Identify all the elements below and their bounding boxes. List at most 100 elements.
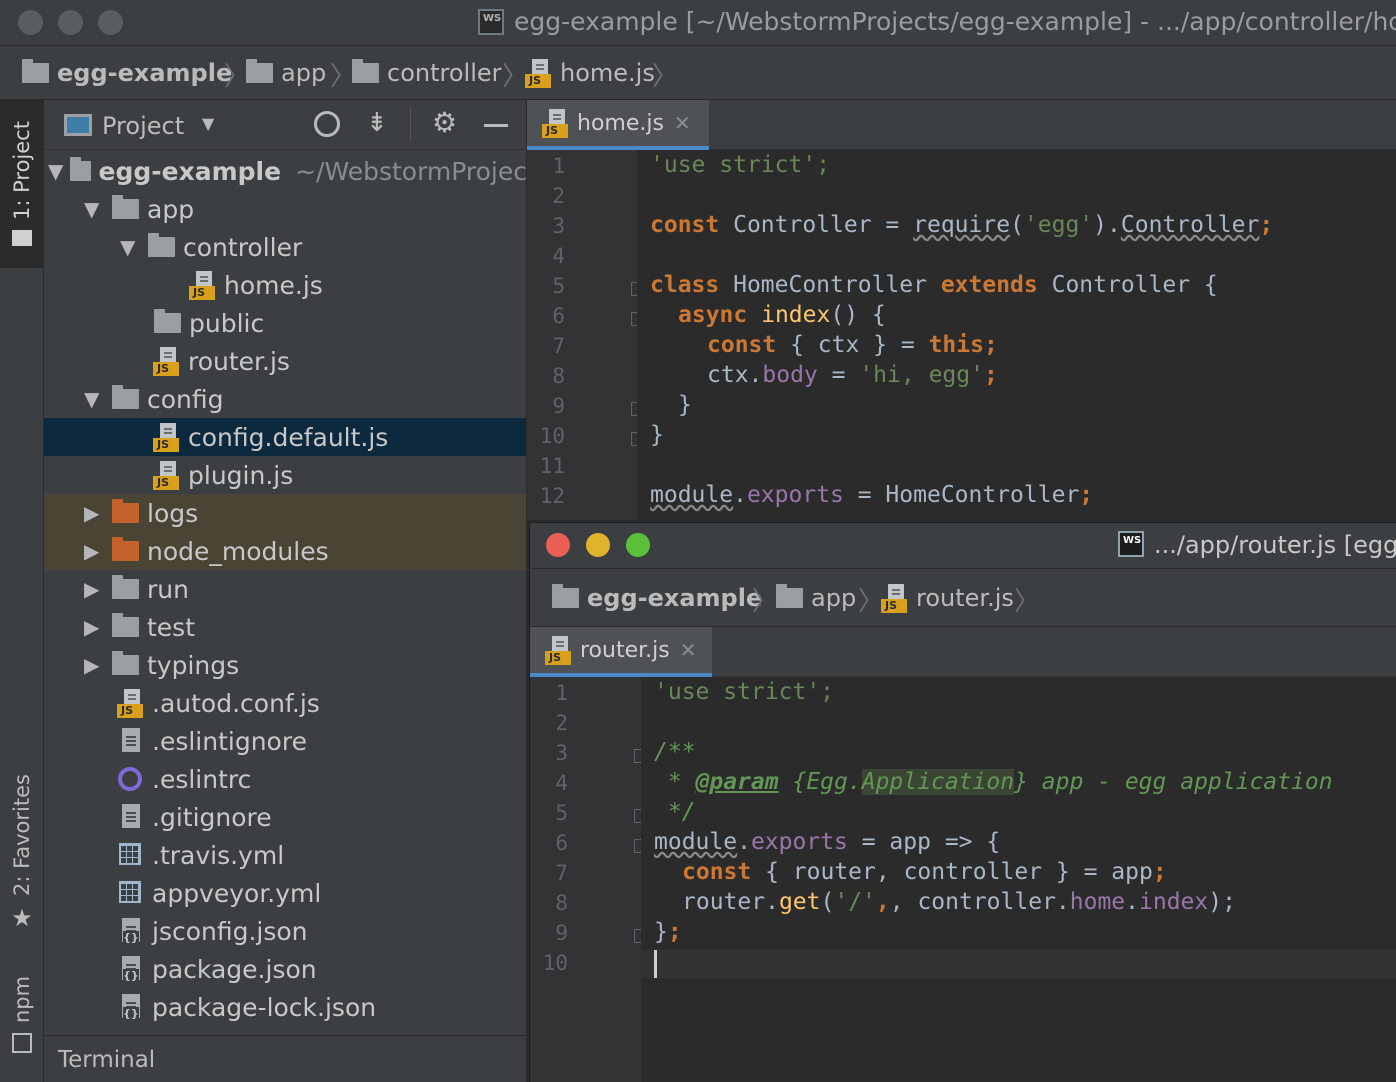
tree-label: router.js [188, 346, 290, 376]
expand-arrow-icon[interactable]: ▼ [84, 197, 112, 221]
collapse-arrow-icon[interactable]: ▶ [84, 539, 112, 563]
zoom-window-button[interactable] [98, 10, 123, 35]
json-file-icon: {} [116, 916, 144, 946]
tree-node-home-js[interactable]: JS home.js [44, 266, 526, 304]
close-tab-icon[interactable]: ✕ [680, 638, 697, 662]
excluded-folder-icon [112, 537, 139, 561]
breadcrumb-egg-example[interactable]: egg-example [22, 58, 232, 88]
tree-label: public [189, 308, 265, 338]
editor-tab-bar: JS home.js ✕ [527, 100, 1396, 150]
tree-node-app[interactable]: ▼ app [44, 190, 526, 228]
project-tool-button[interactable]: 1: Project [0, 100, 44, 268]
close-tab-icon[interactable]: ✕ [674, 111, 691, 135]
folder-icon [112, 575, 139, 599]
collapse-all-icon[interactable]: ⇟ [366, 108, 388, 138]
tab-home-js[interactable]: JS home.js ✕ [527, 100, 709, 150]
expand-arrow-icon[interactable]: ▼ [48, 159, 70, 183]
breadcrumb-router-js[interactable]: JS router.js [880, 583, 1014, 613]
tree-node-logs[interactable]: ▶ logs [44, 494, 526, 532]
expand-arrow-icon[interactable]: ▼ [120, 235, 148, 259]
code-area[interactable]: 'use strict'; /** * @param {Egg.Applicat… [641, 677, 1396, 1082]
tree-node-public[interactable]: public [44, 304, 526, 342]
tree-label: egg-example [98, 156, 282, 186]
hide-panel-icon[interactable] [484, 124, 508, 127]
tree-node-plugin-js[interactable]: JS plugin.js [44, 456, 526, 494]
tree-node-jsconfig-json[interactable]: {} jsconfig.json [44, 912, 526, 950]
window-title: .../app/router.js [egg [1154, 531, 1396, 559]
line-number: 9 [552, 394, 565, 418]
breadcrumb-label: controller [387, 59, 502, 87]
tree-label: typings [147, 650, 240, 680]
tab-label: home.js [577, 110, 664, 136]
window-title: egg-example [~/WebstormProjects/egg-exam… [514, 7, 1396, 36]
tree-node-package-json[interactable]: {} package.json [44, 950, 526, 988]
left-tool-strip: 1: Project ★ 2: Favorites npm [0, 100, 44, 1082]
tree-node-config-default-js[interactable]: JS config.default.js [44, 418, 526, 456]
minimize-window-button[interactable] [586, 533, 610, 557]
line-number: 1 [555, 681, 568, 705]
code-area[interactable]: 'use strict'; const Controller = require… [637, 150, 1396, 520]
expand-arrow-icon[interactable]: ▼ [84, 387, 112, 411]
code-line-12: module.exports = HomeController; [650, 482, 1094, 508]
collapse-arrow-icon[interactable]: ▶ [84, 577, 112, 601]
close-window-button[interactable] [546, 533, 570, 557]
tree-label: test [147, 612, 196, 642]
breadcrumb-app[interactable]: app [776, 583, 856, 613]
tree-label: logs [147, 498, 199, 528]
js-file-icon: JS [544, 635, 572, 665]
tab-router-js[interactable]: JS router.js ✕ [530, 627, 712, 677]
tree-node-router-js[interactable]: JS router.js [44, 342, 526, 380]
tree-node-node-modules[interactable]: ▶ node_modules [44, 532, 526, 570]
tree-node-typings[interactable]: ▶ typings [44, 646, 526, 684]
project-view-selector[interactable]: Project [102, 112, 184, 140]
json-file-icon: {} [116, 992, 144, 1022]
navigation-bar: egg-example 〉 app 〉 controller 〉 JS home.… [0, 46, 1396, 100]
text-file-icon [116, 726, 144, 756]
close-window-button[interactable] [18, 10, 43, 35]
code-line-8: router.get('/',, controller.home.index); [682, 889, 1236, 915]
folder-icon [154, 309, 181, 333]
line-number: 1 [552, 154, 565, 178]
tree-node-appveyor-yml[interactable]: appveyor.yml [44, 874, 526, 912]
dropdown-arrow-icon[interactable]: ▼ [202, 114, 214, 133]
tree-node-controller[interactable]: ▼ controller [44, 228, 526, 266]
code-line-7: const { router, controller } = app; [682, 859, 1167, 885]
tree-node-package-lock-json[interactable]: {} package-lock.json [44, 988, 526, 1026]
collapse-arrow-icon[interactable]: ▶ [84, 615, 112, 639]
tree-node-run[interactable]: ▶ run [44, 570, 526, 608]
collapse-arrow-icon[interactable]: ▶ [84, 653, 112, 677]
breadcrumb-app[interactable]: app [246, 58, 326, 88]
locate-file-icon[interactable] [314, 111, 340, 137]
tree-node-root[interactable]: ▼ egg-example ~/WebstormProjec [44, 152, 526, 190]
line-number: 12 [539, 484, 565, 508]
zoom-window-button[interactable] [626, 533, 650, 557]
code-line-8: ctx.body = 'hi, egg'; [707, 362, 998, 388]
npm-tool-button[interactable]: npm [0, 964, 44, 1064]
tree-node-travis-yml[interactable]: .travis.yml [44, 836, 526, 874]
breadcrumb-egg-example[interactable]: egg-example [552, 583, 762, 613]
tree-node-autod-conf[interactable]: JS .autod.conf.js [44, 684, 526, 722]
tree-node-gitignore[interactable]: .gitignore [44, 798, 526, 836]
breadcrumb-controller[interactable]: controller [352, 58, 502, 88]
tree-label: jsconfig.json [152, 916, 308, 946]
code-line-7: const { ctx } = this; [707, 332, 998, 358]
line-number: 7 [555, 861, 568, 885]
line-number: 9 [555, 921, 568, 945]
terminal-tool-button[interactable]: Terminal [44, 1035, 527, 1082]
tree-node-config[interactable]: ▼ config [44, 380, 526, 418]
gear-icon[interactable]: ⚙ [432, 106, 457, 139]
eslint-icon [116, 764, 144, 794]
tree-node-eslintignore[interactable]: .eslintignore [44, 722, 526, 760]
line-number: 6 [552, 304, 565, 328]
folder-icon [352, 59, 379, 83]
breadcrumb-home-js[interactable]: JS home.js [524, 58, 655, 88]
favorites-tool-button[interactable]: ★ 2: Favorites [0, 768, 44, 938]
tree-node-eslintrc[interactable]: .eslintrc [44, 760, 526, 798]
breadcrumb-label: egg-example [587, 584, 763, 612]
minimize-window-button[interactable] [58, 10, 83, 35]
collapse-arrow-icon[interactable]: ▶ [84, 501, 112, 525]
breadcrumb-label: egg-example [57, 59, 233, 87]
folder-icon [776, 584, 803, 608]
tree-node-test[interactable]: ▶ test [44, 608, 526, 646]
js-file-icon: JS [152, 460, 180, 490]
